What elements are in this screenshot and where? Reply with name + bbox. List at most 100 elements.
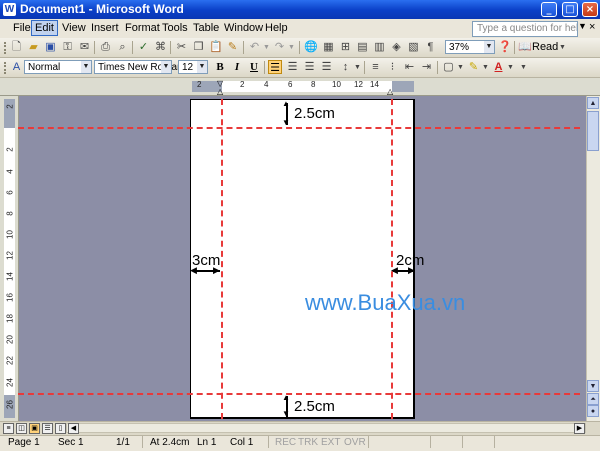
email-icon[interactable]: ✉ — [78, 41, 91, 54]
paste-icon[interactable]: 📋 — [209, 41, 223, 54]
status-position: At 2.4cm — [150, 437, 190, 448]
decrease-indent-icon[interactable]: ⇤ — [403, 61, 416, 74]
normal-view-icon[interactable]: ≡ — [3, 423, 14, 434]
insert-hyperlink-icon[interactable]: 🌐 — [304, 41, 318, 54]
show-hide-icon[interactable]: ¶ — [424, 41, 437, 54]
status-trk[interactable]: TRK — [298, 437, 318, 448]
redo-dropdown-icon[interactable]: ▼ — [285, 41, 298, 54]
toolbar-grip[interactable] — [4, 42, 9, 54]
font-size-select[interactable]: 12 ▼ — [178, 60, 208, 74]
cut-icon[interactable]: ✂ — [175, 41, 188, 54]
status-ovr[interactable]: OVR — [344, 437, 366, 448]
font-color-dropdown-icon[interactable]: ▼ — [504, 61, 517, 74]
menu-table[interactable]: Table — [193, 22, 219, 34]
columns-icon[interactable]: ▥ — [373, 41, 386, 54]
print-preview-icon[interactable]: ⌕ — [116, 41, 129, 54]
ruler-number: 16 — [5, 293, 15, 302]
print-layout-icon[interactable]: ▣ — [29, 423, 40, 434]
document-page[interactable] — [190, 99, 415, 419]
help-dropdown-icon[interactable]: ▼ — [578, 21, 587, 31]
print-icon[interactable]: ⎙ — [99, 41, 112, 54]
italic-button[interactable]: I — [230, 60, 244, 74]
reading-layout-icon[interactable]: ▯ — [55, 423, 66, 434]
undo-dropdown-icon[interactable]: ▼ — [260, 41, 273, 54]
menu-tools[interactable]: Tools — [162, 22, 188, 34]
left-margin-guide — [221, 99, 223, 419]
styles-icon[interactable]: A — [10, 61, 23, 74]
scroll-thumb[interactable] — [587, 111, 599, 151]
status-page-count: 1/1 — [116, 437, 130, 448]
tables-borders-icon[interactable]: ▦ — [322, 41, 335, 54]
menu-window[interactable]: Window — [224, 22, 263, 34]
document-close-button[interactable]: × — [589, 21, 595, 33]
ruler-text-area — [222, 81, 392, 92]
arrow-head-down-icon: ▼ — [282, 118, 290, 127]
numbering-icon[interactable]: ≡ — [369, 61, 382, 74]
style-select[interactable]: Normal ▼ — [24, 60, 92, 74]
align-left-button[interactable]: ☰ — [268, 60, 282, 74]
insert-excel-icon[interactable]: ▤ — [356, 41, 369, 54]
web-layout-icon[interactable]: ◫ — [16, 423, 27, 434]
increase-indent-icon[interactable]: ⇥ — [420, 61, 433, 74]
scroll-left-button[interactable]: ◀ — [68, 423, 79, 434]
document-map-icon[interactable]: ▧ — [407, 41, 420, 54]
separator — [462, 436, 463, 448]
align-right-icon[interactable]: ☰ — [303, 61, 316, 74]
separator — [430, 436, 431, 448]
borders-dropdown-icon[interactable]: ▼ — [454, 61, 467, 74]
drawing-icon[interactable]: ◈ — [390, 41, 403, 54]
read-icon[interactable]: 📖 — [518, 41, 532, 54]
word-app-icon[interactable]: W — [3, 3, 16, 16]
font-select[interactable]: Times New Roman ▼ — [94, 60, 183, 74]
toolbar-grip[interactable] — [4, 62, 9, 74]
status-ext[interactable]: EXT — [321, 437, 340, 448]
maximize-button[interactable]: □ — [562, 2, 578, 17]
menu-format[interactable]: Format — [125, 22, 160, 34]
line-spacing-dropdown-icon[interactable]: ▼ — [351, 61, 364, 74]
menu-edit[interactable]: Edit — [31, 20, 58, 36]
save-icon[interactable]: ▣ — [44, 41, 57, 54]
new-document-icon[interactable]: 🗋 — [10, 41, 23, 54]
underline-button[interactable]: U — [247, 60, 261, 74]
arrow-head-right-icon: ▶ — [213, 265, 220, 275]
menu-view[interactable]: View — [62, 22, 86, 34]
permission-icon[interactable]: ⚿ — [61, 41, 74, 54]
open-folder-icon[interactable]: ▰ — [27, 41, 40, 54]
outline-view-icon[interactable]: ☰ — [42, 423, 53, 434]
insert-table-icon[interactable]: ⊞ — [339, 41, 352, 54]
toolbar-options-icon[interactable]: ▼ — [517, 61, 530, 74]
ruler-number: 8 — [5, 211, 15, 216]
menu-help[interactable]: Help — [265, 22, 288, 34]
align-center-icon[interactable]: ☰ — [286, 61, 299, 74]
previous-page-button[interactable]: ⏶ — [587, 393, 599, 405]
ruler-number: 22 — [5, 356, 15, 365]
bold-button[interactable]: B — [213, 60, 227, 74]
select-browse-object-button[interactable]: ● — [587, 405, 599, 417]
ruler-number: 10 — [5, 230, 15, 239]
toolbar-options-icon[interactable]: ▼ — [556, 41, 569, 54]
bottom-margin-guide — [18, 393, 580, 395]
menu-insert[interactable]: Insert — [91, 22, 119, 34]
right-indent-marker[interactable]: △ — [387, 87, 393, 96]
scroll-right-button[interactable]: ▶ — [574, 423, 585, 434]
research-icon[interactable]: ⌘ — [154, 41, 167, 54]
scroll-up-button[interactable]: ▲ — [587, 97, 599, 109]
ruler-number: 4 — [264, 80, 269, 89]
scroll-down-button[interactable]: ▼ — [587, 380, 599, 392]
status-rec[interactable]: REC — [275, 437, 296, 448]
read-button[interactable]: Read — [532, 41, 558, 53]
format-painter-icon[interactable]: ✎ — [226, 41, 239, 54]
menu-file[interactable]: File — [13, 22, 31, 34]
zoom-select[interactable]: 37% ▼ — [445, 40, 495, 54]
horizontal-scrollbar[interactable] — [66, 423, 586, 433]
help-icon[interactable]: ❓ — [498, 41, 512, 54]
justify-icon[interactable]: ☰ — [320, 61, 333, 74]
copy-icon[interactable]: ❐ — [192, 41, 205, 54]
close-button[interactable]: × — [582, 2, 598, 17]
bullets-icon[interactable]: ⁝ — [386, 61, 399, 74]
highlight-dropdown-icon[interactable]: ▼ — [479, 61, 492, 74]
hanging-indent-marker[interactable]: △ — [217, 87, 223, 96]
spelling-icon[interactable]: ✓ — [137, 41, 150, 54]
minimize-button[interactable]: _ — [541, 2, 557, 17]
help-search-input[interactable]: Type a question for help — [472, 21, 578, 37]
